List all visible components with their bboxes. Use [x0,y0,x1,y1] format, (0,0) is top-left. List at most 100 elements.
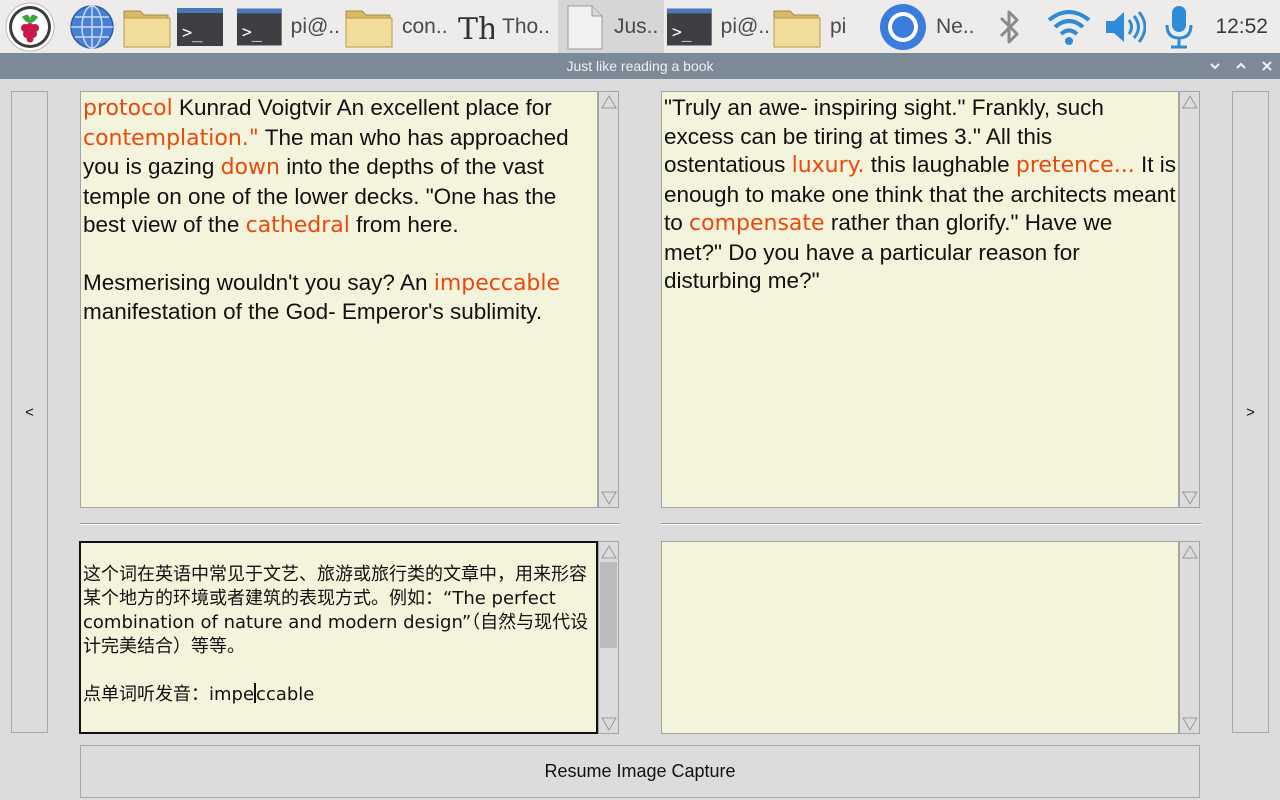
right-page-content: "Truly an awe- inspiring sight." Frankly… [662,92,1178,296]
close-icon [1262,61,1272,71]
divider [661,523,1201,525]
left-page-text[interactable]: protocol Kunrad Voigtvir An excellent pl… [80,91,598,508]
chromium-icon [880,3,926,50]
taskbar-launcher-files[interactable] [122,0,174,53]
scrollbar-thumb[interactable] [600,562,617,648]
microphone-tray-button[interactable] [1162,0,1198,53]
scroll-down-arrow[interactable] [1180,488,1199,507]
raspberry-menu-icon [5,2,55,51]
taskbar-window-label: Tho.. [502,14,550,38]
scroll-down-arrow[interactable] [599,488,618,507]
clock[interactable]: 12:52 [1215,0,1268,53]
left-page-content: protocol Kunrad Voigtvir An excellent pl… [81,92,597,327]
wifi-icon [1047,9,1091,45]
resume-image-capture-button[interactable]: Resume Image Capture [80,745,1200,798]
scroll-down-arrow[interactable] [599,714,618,733]
translation-textbox[interactable] [661,541,1179,734]
scroll-up-arrow[interactable] [1180,92,1199,111]
triangle-down-icon [1181,491,1198,505]
triangle-up-icon [600,544,617,558]
taskbar-window-terminal-2[interactable]: >_ pi@.. [666,0,770,53]
right-page-scrollbar[interactable] [1179,91,1200,508]
next-page-button[interactable]: > [1232,91,1269,733]
left-page-scrollbar[interactable] [598,91,619,508]
taskbar-window-chromium[interactable]: Ne.. [878,0,978,53]
pronounce-word-start: impe [209,684,255,705]
svg-text:>_: >_ [672,22,692,41]
highlighted-word[interactable]: protocol [83,96,173,121]
taskbar-window-folder-pi[interactable]: pi [772,0,876,53]
taskbar-window-label: con.. [402,14,448,38]
document-icon [567,5,603,49]
divider [80,523,620,525]
right-page-text[interactable]: "Truly an awe- inspiring sight." Frankly… [661,91,1179,508]
terminal-icon: >_ [666,8,712,45]
close-button[interactable] [1254,53,1280,79]
folder-icon [123,10,171,47]
highlighted-word[interactable]: contemplation." [83,126,259,151]
highlighted-word[interactable]: down [221,155,280,180]
taskbar-window-label: pi@.. [720,14,770,38]
folder-icon [773,10,821,47]
volume-tray-button[interactable] [1102,0,1150,53]
highlighted-word[interactable]: luxury. [792,153,865,178]
highlighted-word[interactable]: pretence... [1016,153,1135,178]
taskbar-window-label: pi@.. [290,14,340,38]
scroll-up-arrow[interactable] [1180,542,1199,561]
svg-text:>_: >_ [182,23,203,43]
folder-icon [345,10,393,47]
app-menu-button[interactable] [4,0,58,53]
taskbar-window-label: pi [830,14,847,38]
pronounce-line[interactable]: 点单词听发音：impe ccable [83,683,594,707]
volume-icon [1106,10,1146,43]
paragraph: protocol Kunrad Voigtvir An excellent pl… [83,94,595,241]
translation-scrollbar[interactable] [1179,541,1200,734]
terminal-icon: >_ [236,8,282,45]
svg-text:>_: >_ [242,22,262,41]
wifi-tray-button[interactable] [1046,0,1094,53]
pronounce-prefix: 点单词听发音： [83,684,209,705]
chevron-up-icon [1236,62,1246,69]
scroll-up-arrow[interactable] [599,542,618,561]
definition-textbox[interactable]: 这个词在英语中常见于文艺、旅游或旅行类的文章中，用来形容某个地方的环境或者建筑的… [79,541,598,734]
triangle-down-icon [600,491,617,505]
triangle-up-icon [600,94,617,108]
taskbar-window-label: Jus.. [614,14,659,38]
highlighted-word[interactable]: compensate [689,211,825,236]
highlighted-word[interactable]: impeccable [434,271,560,296]
text-run: Mesmerising wouldn't you say? An [83,269,434,295]
svg-text:Th: Th [458,12,494,47]
triangle-up-icon [1181,94,1198,108]
taskbar-window-terminal-1[interactable]: >_ pi@.. [236,0,340,53]
taskbar-launcher-web[interactable] [68,0,118,53]
bluetooth-icon [999,10,1019,43]
text-run: from here. [349,212,459,237]
taskbar-window-reader[interactable]: Jus.. [558,0,664,53]
triangle-up-icon [1181,544,1198,558]
definition-scrollbar[interactable] [598,541,619,734]
chevron-down-icon [1210,63,1220,70]
reader-window: < > protocol Kunrad Voigtvir An excellen… [0,79,1280,800]
scroll-up-arrow[interactable] [599,92,618,111]
taskbar-window-label: Ne.. [936,14,975,38]
taskbar-window-thonny[interactable]: Th Tho.. [456,0,556,53]
text-run: manifestation of the God- Emperor's subl… [83,299,543,324]
window-title: Just like reading a book [566,58,714,74]
minimize-button[interactable] [1202,53,1228,79]
taskbar: >_ >_ pi@.. con.. Th Tho.. Jus.. >_ pi@.… [0,0,1280,53]
taskbar-launcher-terminal[interactable]: >_ [176,0,226,53]
taskbar-window-folder-con[interactable]: con.. [344,0,452,53]
window-titlebar[interactable]: Just like reading a book [0,53,1280,79]
paragraph: Mesmerising wouldn't you say? An impecca… [83,269,595,327]
terminal-icon: >_ [177,7,223,46]
thonny-icon: Th [458,12,494,47]
definition-text: 这个词在英语中常见于文艺、旅游或旅行类的文章中，用来形容某个地方的环境或者建筑的… [83,564,589,657]
previous-page-button[interactable]: < [11,91,48,733]
triangle-down-icon [1181,717,1198,731]
highlighted-word[interactable]: cathedral [246,213,350,238]
bluetooth-tray-button[interactable] [994,0,1030,53]
scroll-down-arrow[interactable] [1180,714,1199,733]
microphone-icon [1165,5,1193,48]
maximize-button[interactable] [1228,53,1254,79]
